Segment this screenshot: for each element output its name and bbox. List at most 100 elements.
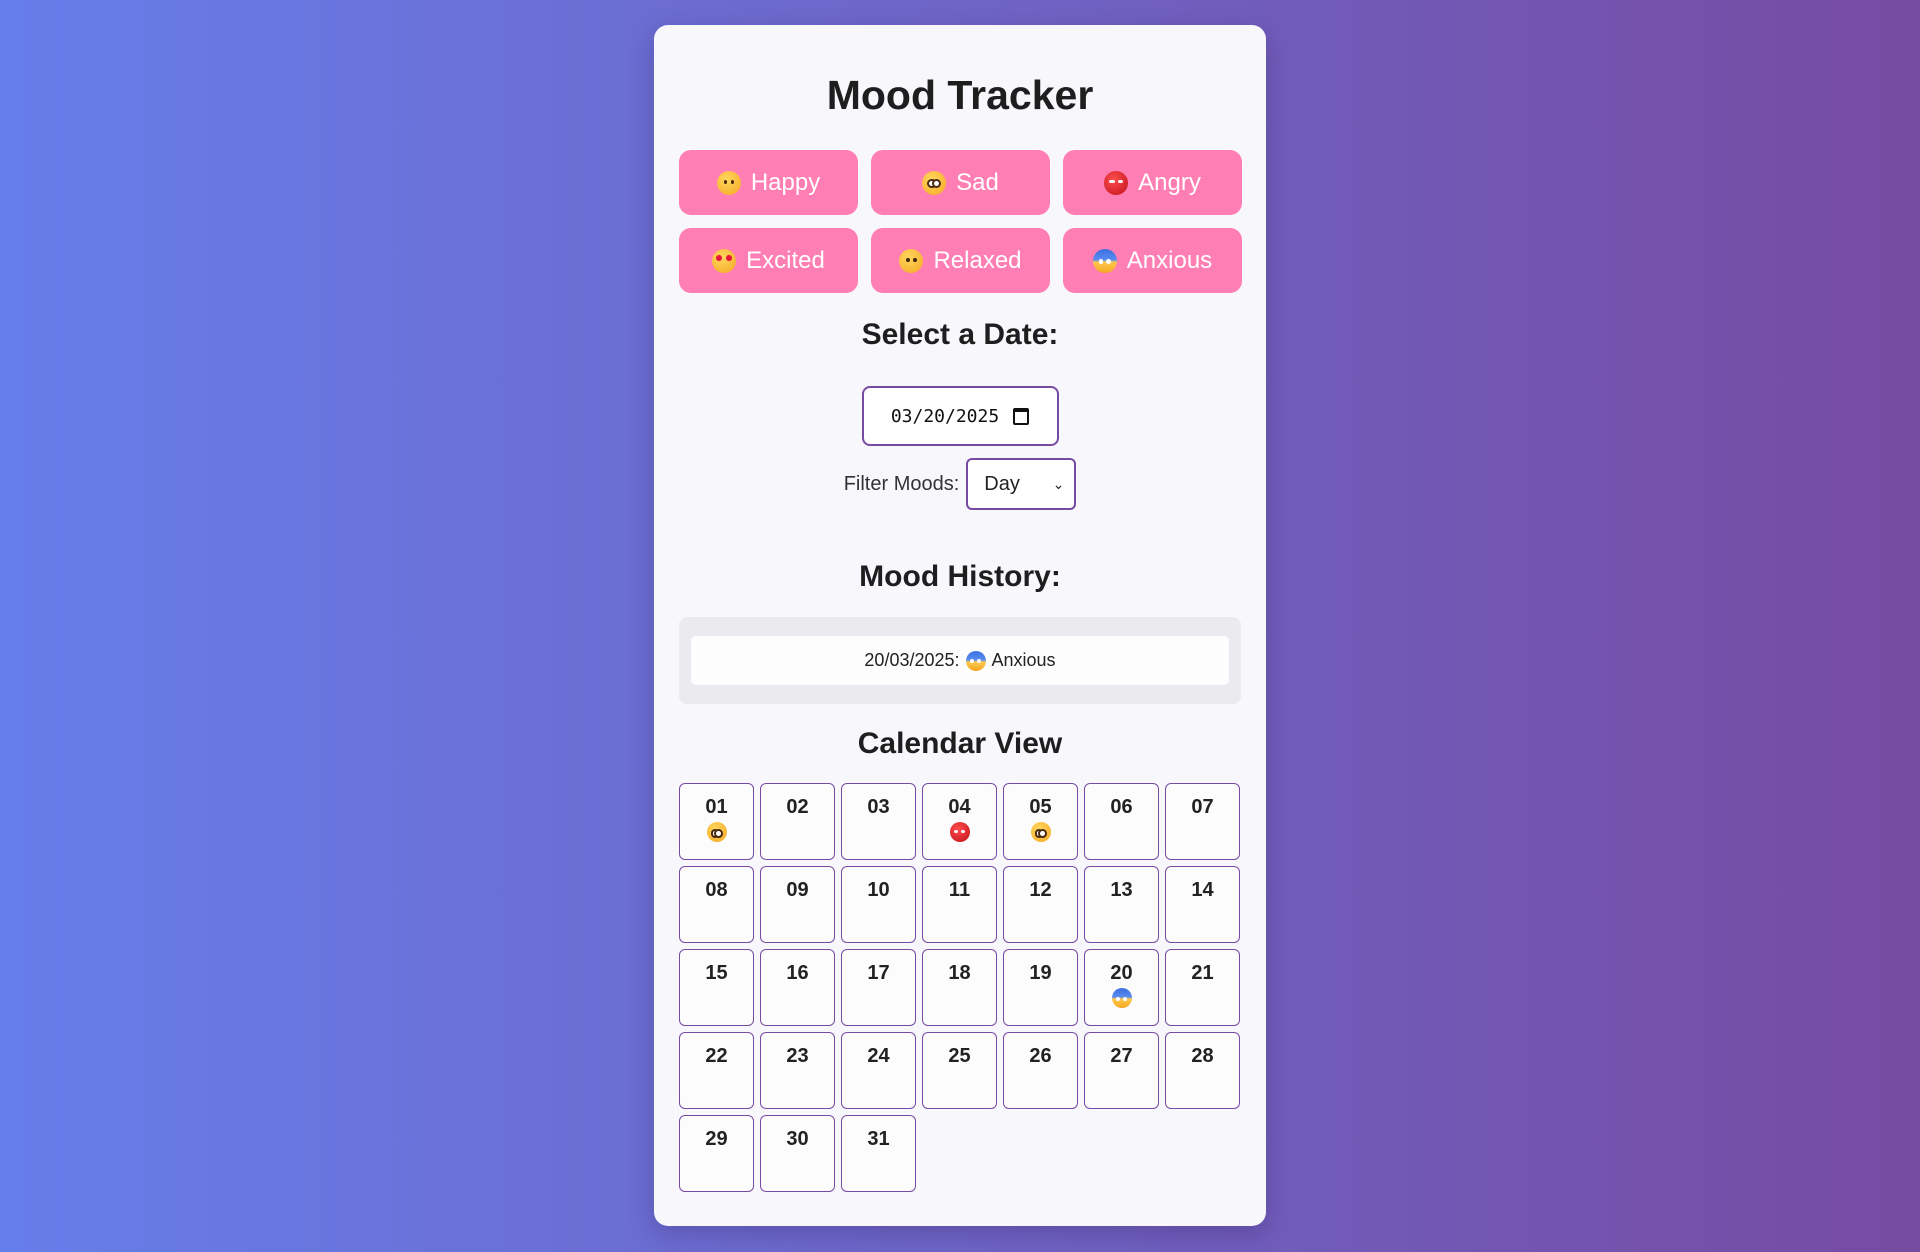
calendar-day-07[interactable]: 07 bbox=[1165, 783, 1240, 860]
calendar-day-05[interactable]: 05 bbox=[1003, 783, 1078, 860]
mood-button-label: Happy bbox=[750, 168, 821, 196]
calendar-day-number: 20 bbox=[1110, 962, 1133, 984]
calendar-day-09[interactable]: 09 bbox=[760, 866, 835, 943]
calendar-day-02[interactable]: 02 bbox=[760, 783, 835, 860]
star-struck-face-icon bbox=[712, 248, 737, 273]
calendar-day-number: 10 bbox=[867, 879, 890, 901]
calendar-day-number: 12 bbox=[1029, 879, 1052, 901]
mood-tracker-card: Mood Tracker Happy Sad Angry Excited Rel… bbox=[654, 25, 1266, 1226]
mood-history-list: 20/03/2025: Anxious bbox=[679, 617, 1241, 704]
calendar-day-12[interactable]: 12 bbox=[1003, 866, 1078, 943]
calendar-day-28[interactable]: 28 bbox=[1165, 1032, 1240, 1109]
mood-button-grid: Happy Sad Angry Excited Relaxed Anxious bbox=[679, 150, 1242, 293]
calendar-day-number: 17 bbox=[867, 962, 890, 984]
calendar-day-17[interactable]: 17 bbox=[841, 949, 916, 1026]
date-input-wrapper: 03/20/2025 bbox=[679, 386, 1241, 446]
calendar-day-19[interactable]: 19 bbox=[1003, 949, 1078, 1026]
filter-row: Filter Moods: Day ⌄ bbox=[679, 458, 1241, 510]
calendar-day-14[interactable]: 14 bbox=[1165, 866, 1240, 943]
fearful-face-icon bbox=[1111, 988, 1132, 1008]
calendar-day-number: 08 bbox=[705, 879, 728, 901]
calendar-day-number: 14 bbox=[1191, 879, 1214, 901]
calendar-day-13[interactable]: 13 bbox=[1084, 866, 1159, 943]
calendar-day-number: 27 bbox=[1110, 1045, 1133, 1067]
sad-face-icon bbox=[706, 822, 727, 842]
calendar-day-23[interactable]: 23 bbox=[760, 1032, 835, 1109]
date-input-value: 03/20/2025 bbox=[890, 405, 1000, 427]
calendar-day-number: 16 bbox=[786, 962, 809, 984]
mood-button-sad[interactable]: Sad bbox=[871, 150, 1050, 215]
calendar-day-27[interactable]: 27 bbox=[1084, 1032, 1159, 1109]
filter-moods-select[interactable]: Day ⌄ bbox=[966, 458, 1077, 510]
date-input[interactable]: 03/20/2025 bbox=[861, 386, 1059, 446]
smiling-face-icon bbox=[716, 170, 741, 195]
calendar-day-number: 15 bbox=[705, 962, 728, 984]
mood-button-relaxed[interactable]: Relaxed bbox=[871, 228, 1050, 293]
mood-button-angry[interactable]: Angry bbox=[1063, 150, 1242, 215]
calendar-day-number: 07 bbox=[1191, 796, 1214, 818]
angry-face-icon bbox=[1104, 170, 1129, 195]
calendar-day-number: 25 bbox=[948, 1045, 971, 1067]
fearful-face-icon bbox=[1092, 248, 1117, 273]
angry-face-icon bbox=[949, 822, 970, 842]
calendar-day-number: 29 bbox=[705, 1128, 728, 1150]
mood-history-heading: Mood History: bbox=[859, 560, 1061, 593]
calendar-day-16[interactable]: 16 bbox=[760, 949, 835, 1026]
calendar-day-number: 28 bbox=[1191, 1045, 1214, 1067]
calendar-day-21[interactable]: 21 bbox=[1165, 949, 1240, 1026]
mood-button-happy[interactable]: Happy bbox=[679, 150, 858, 215]
calendar-day-20[interactable]: 20 bbox=[1084, 949, 1159, 1026]
calendar-day-number: 24 bbox=[867, 1045, 890, 1067]
relieved-face-icon bbox=[899, 248, 924, 273]
calendar-day-number: 21 bbox=[1191, 962, 1214, 984]
calendar-day-08[interactable]: 08 bbox=[679, 866, 754, 943]
calendar-day-03[interactable]: 03 bbox=[841, 783, 916, 860]
calendar-day-number: 13 bbox=[1110, 879, 1133, 901]
calendar-icon[interactable] bbox=[1013, 407, 1030, 425]
calendar-grid: 01 02 03 04 05 06 07 08 09 10 11 12 13 14 15 16 17 18 19 20… bbox=[679, 783, 1241, 1192]
mood-button-label: Excited bbox=[746, 246, 825, 274]
calendar-day-26[interactable]: 26 bbox=[1003, 1032, 1078, 1109]
calendar-day-25[interactable]: 25 bbox=[922, 1032, 997, 1109]
calendar-day-number: 18 bbox=[948, 962, 971, 984]
mood-button-label: Angry bbox=[1138, 168, 1201, 196]
calendar-day-number: 06 bbox=[1110, 796, 1133, 818]
calendar-day-number: 23 bbox=[786, 1045, 809, 1067]
calendar-day-10[interactable]: 10 bbox=[841, 866, 916, 943]
calendar-day-number: 11 bbox=[948, 879, 971, 901]
calendar-day-22[interactable]: 22 bbox=[679, 1032, 754, 1109]
page-title: Mood Tracker bbox=[826, 72, 1094, 118]
mood-button-label: Sad bbox=[956, 168, 999, 196]
calendar-day-31[interactable]: 31 bbox=[841, 1115, 916, 1192]
mood-button-anxious[interactable]: Anxious bbox=[1063, 228, 1242, 293]
calendar-day-18[interactable]: 18 bbox=[922, 949, 997, 1026]
sad-face-icon bbox=[1030, 822, 1051, 842]
calendar-day-30[interactable]: 30 bbox=[760, 1115, 835, 1192]
fearful-face-icon bbox=[965, 650, 986, 671]
calendar-day-11[interactable]: 11 bbox=[922, 866, 997, 943]
filter-moods-selected: Day bbox=[984, 472, 1020, 495]
calendar-day-number: 02 bbox=[786, 796, 809, 818]
chevron-down-icon: ⌄ bbox=[1052, 475, 1065, 492]
calendar-day-number: 01 bbox=[705, 796, 728, 818]
sad-face-icon bbox=[922, 170, 947, 195]
calendar-day-29[interactable]: 29 bbox=[679, 1115, 754, 1192]
calendar-day-number: 22 bbox=[705, 1045, 728, 1067]
calendar-day-24[interactable]: 24 bbox=[841, 1032, 916, 1109]
mood-button-excited[interactable]: Excited bbox=[679, 228, 858, 293]
calendar-day-01[interactable]: 01 bbox=[679, 783, 754, 860]
calendar-day-04[interactable]: 04 bbox=[922, 783, 997, 860]
calendar-day-number: 19 bbox=[1029, 962, 1052, 984]
history-mood: Anxious bbox=[991, 650, 1056, 670]
calendar-day-number: 05 bbox=[1029, 796, 1052, 818]
filter-moods-label: Filter Moods: bbox=[843, 472, 960, 495]
calendar-day-number: 26 bbox=[1029, 1045, 1052, 1067]
calendar-day-number: 31 bbox=[867, 1128, 890, 1150]
calendar-day-06[interactable]: 06 bbox=[1084, 783, 1159, 860]
history-date: 20/03/2025: bbox=[864, 650, 960, 670]
select-date-heading: Select a Date: bbox=[861, 318, 1059, 351]
calendar-view-heading: Calendar View bbox=[857, 727, 1063, 760]
calendar-day-number: 30 bbox=[786, 1128, 809, 1150]
mood-button-label: Anxious bbox=[1126, 246, 1213, 274]
calendar-day-15[interactable]: 15 bbox=[679, 949, 754, 1026]
